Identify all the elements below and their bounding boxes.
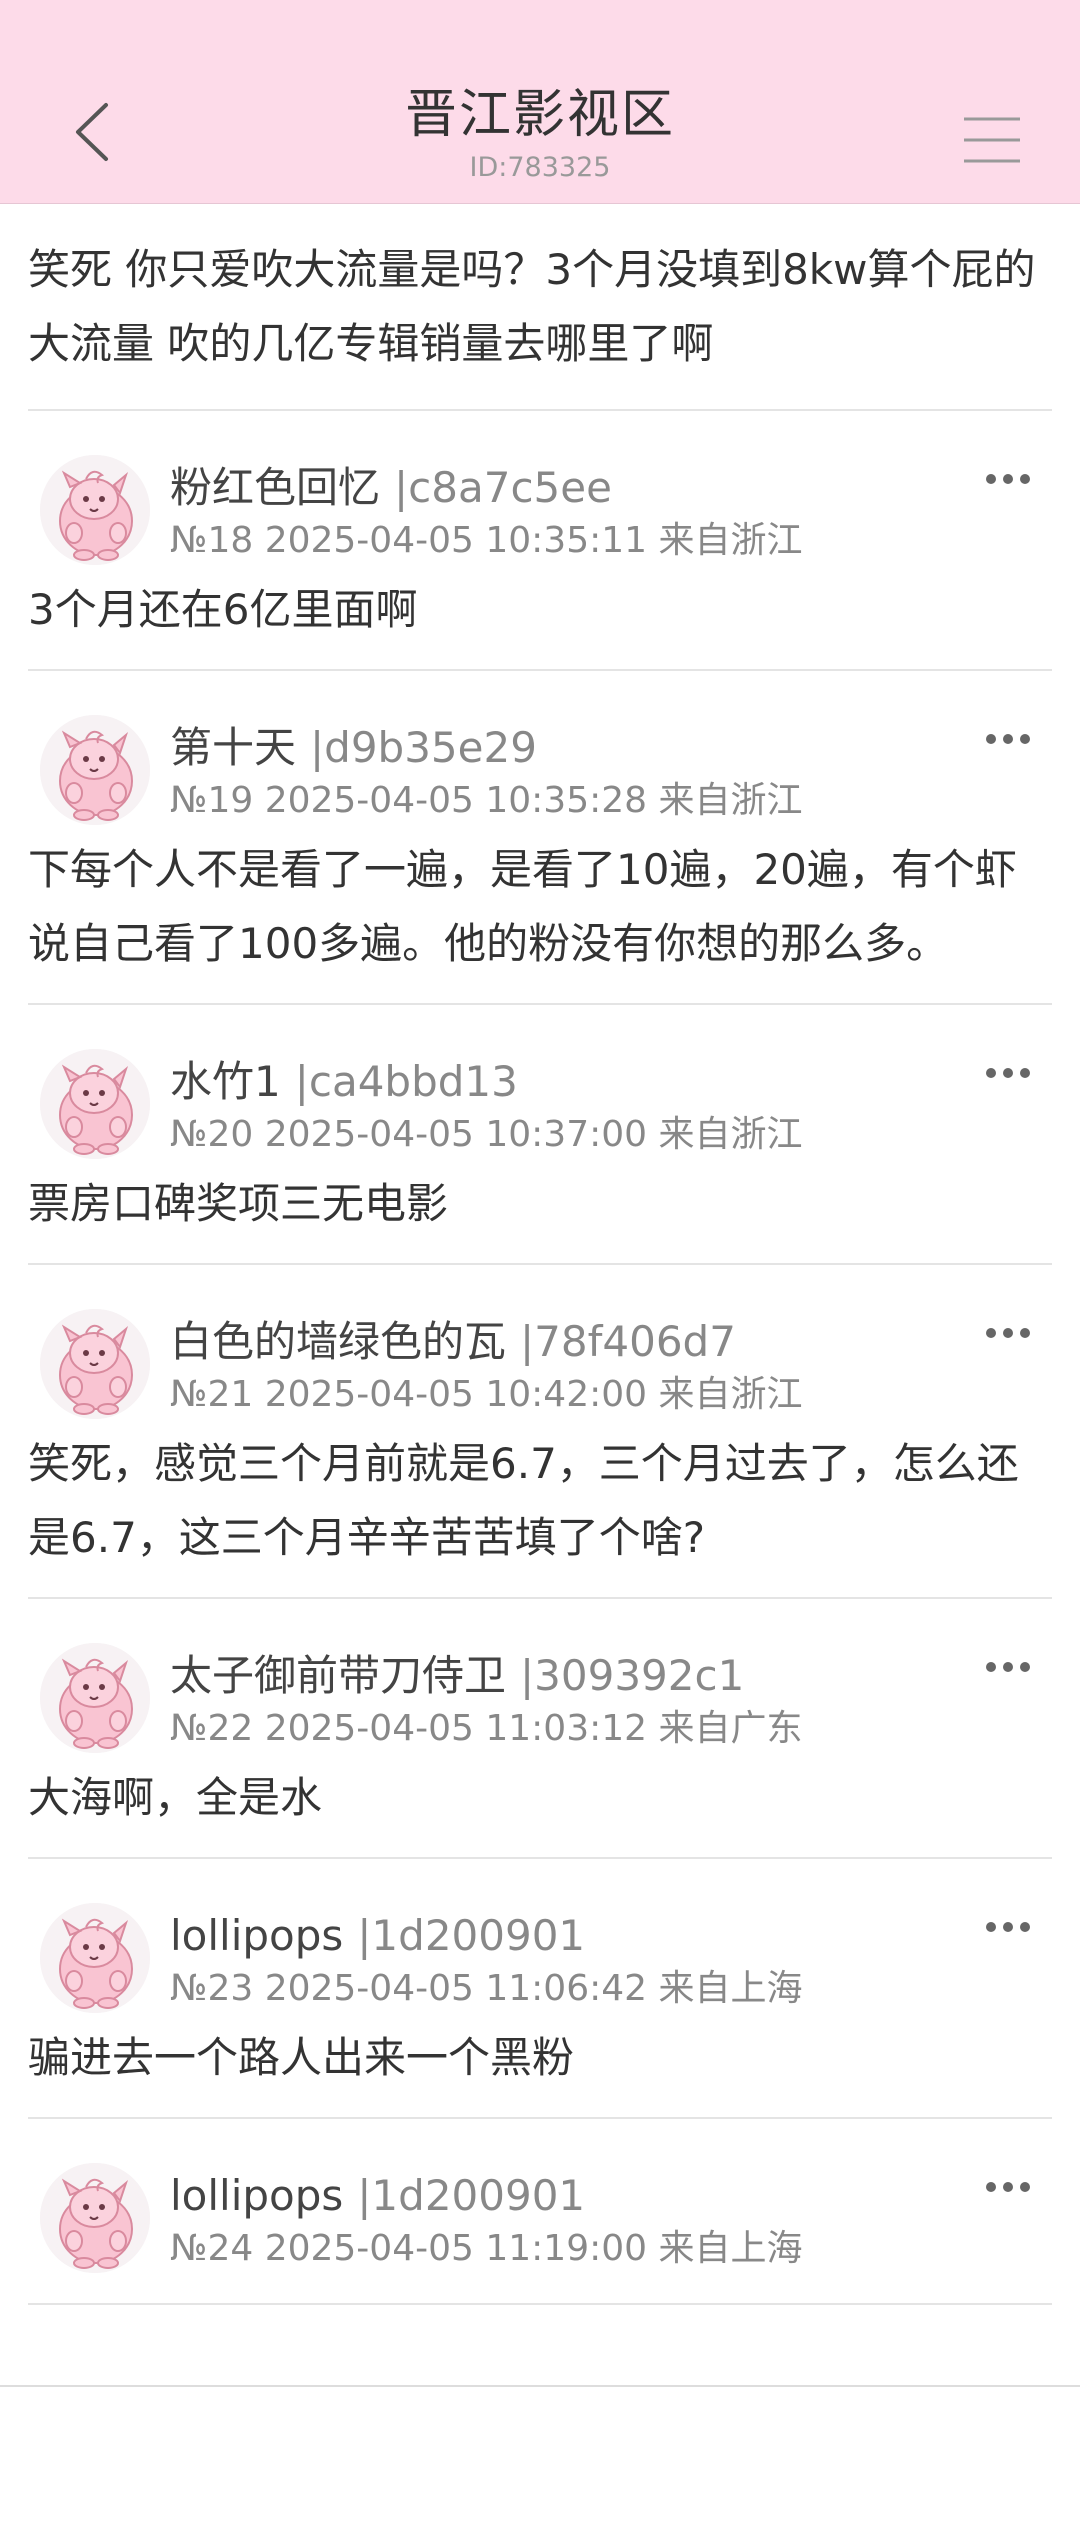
avatar-clefairy-icon bbox=[40, 1309, 150, 1419]
avatar-clefairy-icon bbox=[40, 2163, 150, 2273]
more-options-button[interactable] bbox=[978, 1647, 1038, 1687]
more-options-button[interactable] bbox=[978, 1907, 1038, 1947]
reply-meta: №20 2025-04-05 10:37:00 来自浙江 bbox=[170, 1114, 803, 1155]
menu-button[interactable] bbox=[952, 100, 1032, 180]
username[interactable]: 粉红色回忆 bbox=[170, 463, 380, 512]
user-line: 水竹1 |ca4bbd13 bbox=[170, 1057, 518, 1107]
reply-header: 太子御前带刀侍卫 |309392c1 №22 2025-04-05 11:03:12… bbox=[28, 1599, 1052, 1753]
more-dots-icon bbox=[986, 474, 1030, 484]
thread-content: 笑死 你只爱吹大流量是吗？3个月没填到8kw算个屁的大流量 吹的几亿专辑销量去哪… bbox=[28, 203, 1052, 2305]
reply-body: 票房口碑奖项三无电影 bbox=[28, 1179, 449, 1228]
reply-body: 骗进去一个路人出来一个黑粉 bbox=[28, 2033, 575, 2082]
reply-item: 粉红色回忆 |c8a7c5ee №18 2025-04-05 10:35:11 来自… bbox=[28, 411, 1052, 671]
user-id: |1d200901 bbox=[357, 1911, 586, 1960]
hamburger-menu-icon bbox=[964, 117, 1020, 163]
reply-header: 第十天 |d9b35e29 №19 2025-04-05 10:35:28 来自浙江 bbox=[28, 671, 1052, 825]
reply-meta: №19 2025-04-05 10:35:28 来自浙江 bbox=[170, 780, 803, 821]
reply-header: 水竹1 |ca4bbd13 №20 2025-04-05 10:37:00 来自浙江 bbox=[28, 1005, 1052, 1159]
username[interactable]: lollipops bbox=[170, 2171, 343, 2220]
user-line: 太子御前带刀侍卫 |309392c1 bbox=[170, 1651, 744, 1701]
avatar[interactable] bbox=[40, 1309, 150, 1419]
user-id: |309392c1 bbox=[520, 1651, 745, 1700]
username[interactable]: 白色的墙绿色的瓦 bbox=[170, 1317, 506, 1366]
avatar[interactable] bbox=[40, 715, 150, 825]
reply-meta: №24 2025-04-05 11:19:00 来自上海 bbox=[170, 2228, 803, 2269]
more-options-button[interactable] bbox=[978, 1053, 1038, 1093]
user-line: 粉红色回忆 |c8a7c5ee bbox=[170, 463, 612, 513]
reply-item: lollipops |1d200901 №24 2025-04-05 11:19:0… bbox=[28, 2119, 1052, 2305]
avatar-clefairy-icon bbox=[40, 1903, 150, 2013]
username[interactable]: lollipops bbox=[170, 1911, 343, 1960]
username[interactable]: 水竹1 bbox=[170, 1057, 281, 1106]
user-id: |c8a7c5ee bbox=[394, 463, 612, 512]
reply-item: 水竹1 |ca4bbd13 №20 2025-04-05 10:37:00 来自浙江… bbox=[28, 1005, 1052, 1265]
user-id: |78f406d7 bbox=[520, 1317, 736, 1366]
reply-body bbox=[28, 2271, 1052, 2303]
reply-header: lollipops |1d200901 №24 2025-04-05 11:19:0… bbox=[28, 2119, 1052, 2273]
avatar[interactable] bbox=[40, 1903, 150, 2013]
more-dots-icon bbox=[986, 1662, 1030, 1672]
reply-meta: №21 2025-04-05 10:42:00 来自浙江 bbox=[170, 1374, 803, 1415]
username[interactable]: 太子御前带刀侍卫 bbox=[170, 1651, 506, 1700]
user-line: 第十天 |d9b35e29 bbox=[170, 723, 537, 773]
reply-item: 太子御前带刀侍卫 |309392c1 №22 2025-04-05 11:03:12… bbox=[28, 1599, 1052, 1859]
avatar[interactable] bbox=[40, 1049, 150, 1159]
back-button[interactable] bbox=[56, 96, 128, 168]
more-options-button[interactable] bbox=[978, 2167, 1038, 2207]
back-chevron-icon bbox=[76, 103, 108, 161]
more-dots-icon bbox=[986, 734, 1030, 744]
more-dots-icon bbox=[986, 2182, 1030, 2192]
avatar[interactable] bbox=[40, 2163, 150, 2273]
more-options-button[interactable] bbox=[978, 719, 1038, 759]
more-options-button[interactable] bbox=[978, 459, 1038, 499]
reply-meta: №18 2025-04-05 10:35:11 来自浙江 bbox=[170, 520, 803, 561]
user-line: 白色的墙绿色的瓦 |78f406d7 bbox=[170, 1317, 736, 1367]
avatar-clefairy-icon bbox=[40, 455, 150, 565]
avatar-clefairy-icon bbox=[40, 715, 150, 825]
more-dots-icon bbox=[986, 1068, 1030, 1078]
reply-body: 笑死，感觉三个月前就是6.7，三个月过去了，怎么还是6.7，这三个月辛辛苦苦填了… bbox=[28, 1439, 1019, 1562]
header-bar: 晋江影视区 ID:783325 bbox=[0, 0, 1080, 204]
user-line: lollipops |1d200901 bbox=[170, 1911, 585, 1961]
reply-body: 下每个人不是看了一遍，是看了10遍，20遍，有个虾说自己看了100多遍。他的粉没… bbox=[28, 845, 1017, 968]
reply-header: 白色的墙绿色的瓦 |78f406d7 №21 2025-04-05 10:42:00… bbox=[28, 1265, 1052, 1419]
reply-meta: №22 2025-04-05 11:03:12 来自广东 bbox=[170, 1708, 803, 1749]
user-line: lollipops |1d200901 bbox=[170, 2171, 585, 2221]
user-id: |1d200901 bbox=[357, 2171, 586, 2220]
avatar[interactable] bbox=[40, 455, 150, 565]
reply-body: 3个月还在6亿里面啊 bbox=[28, 585, 418, 634]
page-title: 晋江影视区 bbox=[404, 85, 675, 145]
user-id: |d9b35e29 bbox=[310, 723, 537, 772]
avatar-clefairy-icon bbox=[40, 1643, 150, 1753]
avatar-clefairy-icon bbox=[40, 1049, 150, 1159]
reply-body: 大海啊，全是水 bbox=[28, 1773, 323, 1822]
username[interactable]: 第十天 bbox=[170, 723, 296, 772]
more-options-button[interactable] bbox=[978, 1313, 1038, 1353]
reply-item: 第十天 |d9b35e29 №19 2025-04-05 10:35:28 来自浙江… bbox=[28, 671, 1052, 1005]
reply-header: lollipops |1d200901 №23 2025-04-05 11:06:4… bbox=[28, 1859, 1052, 2013]
avatar[interactable] bbox=[40, 1643, 150, 1753]
board-id: ID:783325 bbox=[469, 152, 611, 183]
user-id: |ca4bbd13 bbox=[294, 1057, 518, 1106]
bottom-bar bbox=[0, 2385, 1080, 2522]
header-title-area: 晋江影视区 ID:783325 bbox=[240, 80, 840, 186]
post-body: 笑死 你只爱吹大流量是吗？3个月没填到8kw算个屁的大流量 吹的几亿专辑销量去哪… bbox=[28, 203, 1052, 411]
more-dots-icon bbox=[986, 1328, 1030, 1338]
reply-item: lollipops |1d200901 №23 2025-04-05 11:06:4… bbox=[28, 1859, 1052, 2119]
reply-item: 白色的墙绿色的瓦 |78f406d7 №21 2025-04-05 10:42:00… bbox=[28, 1265, 1052, 1599]
reply-header: 粉红色回忆 |c8a7c5ee №18 2025-04-05 10:35:11 来自… bbox=[28, 411, 1052, 565]
more-dots-icon bbox=[986, 1922, 1030, 1932]
reply-meta: №23 2025-04-05 11:06:42 来自上海 bbox=[170, 1968, 803, 2009]
